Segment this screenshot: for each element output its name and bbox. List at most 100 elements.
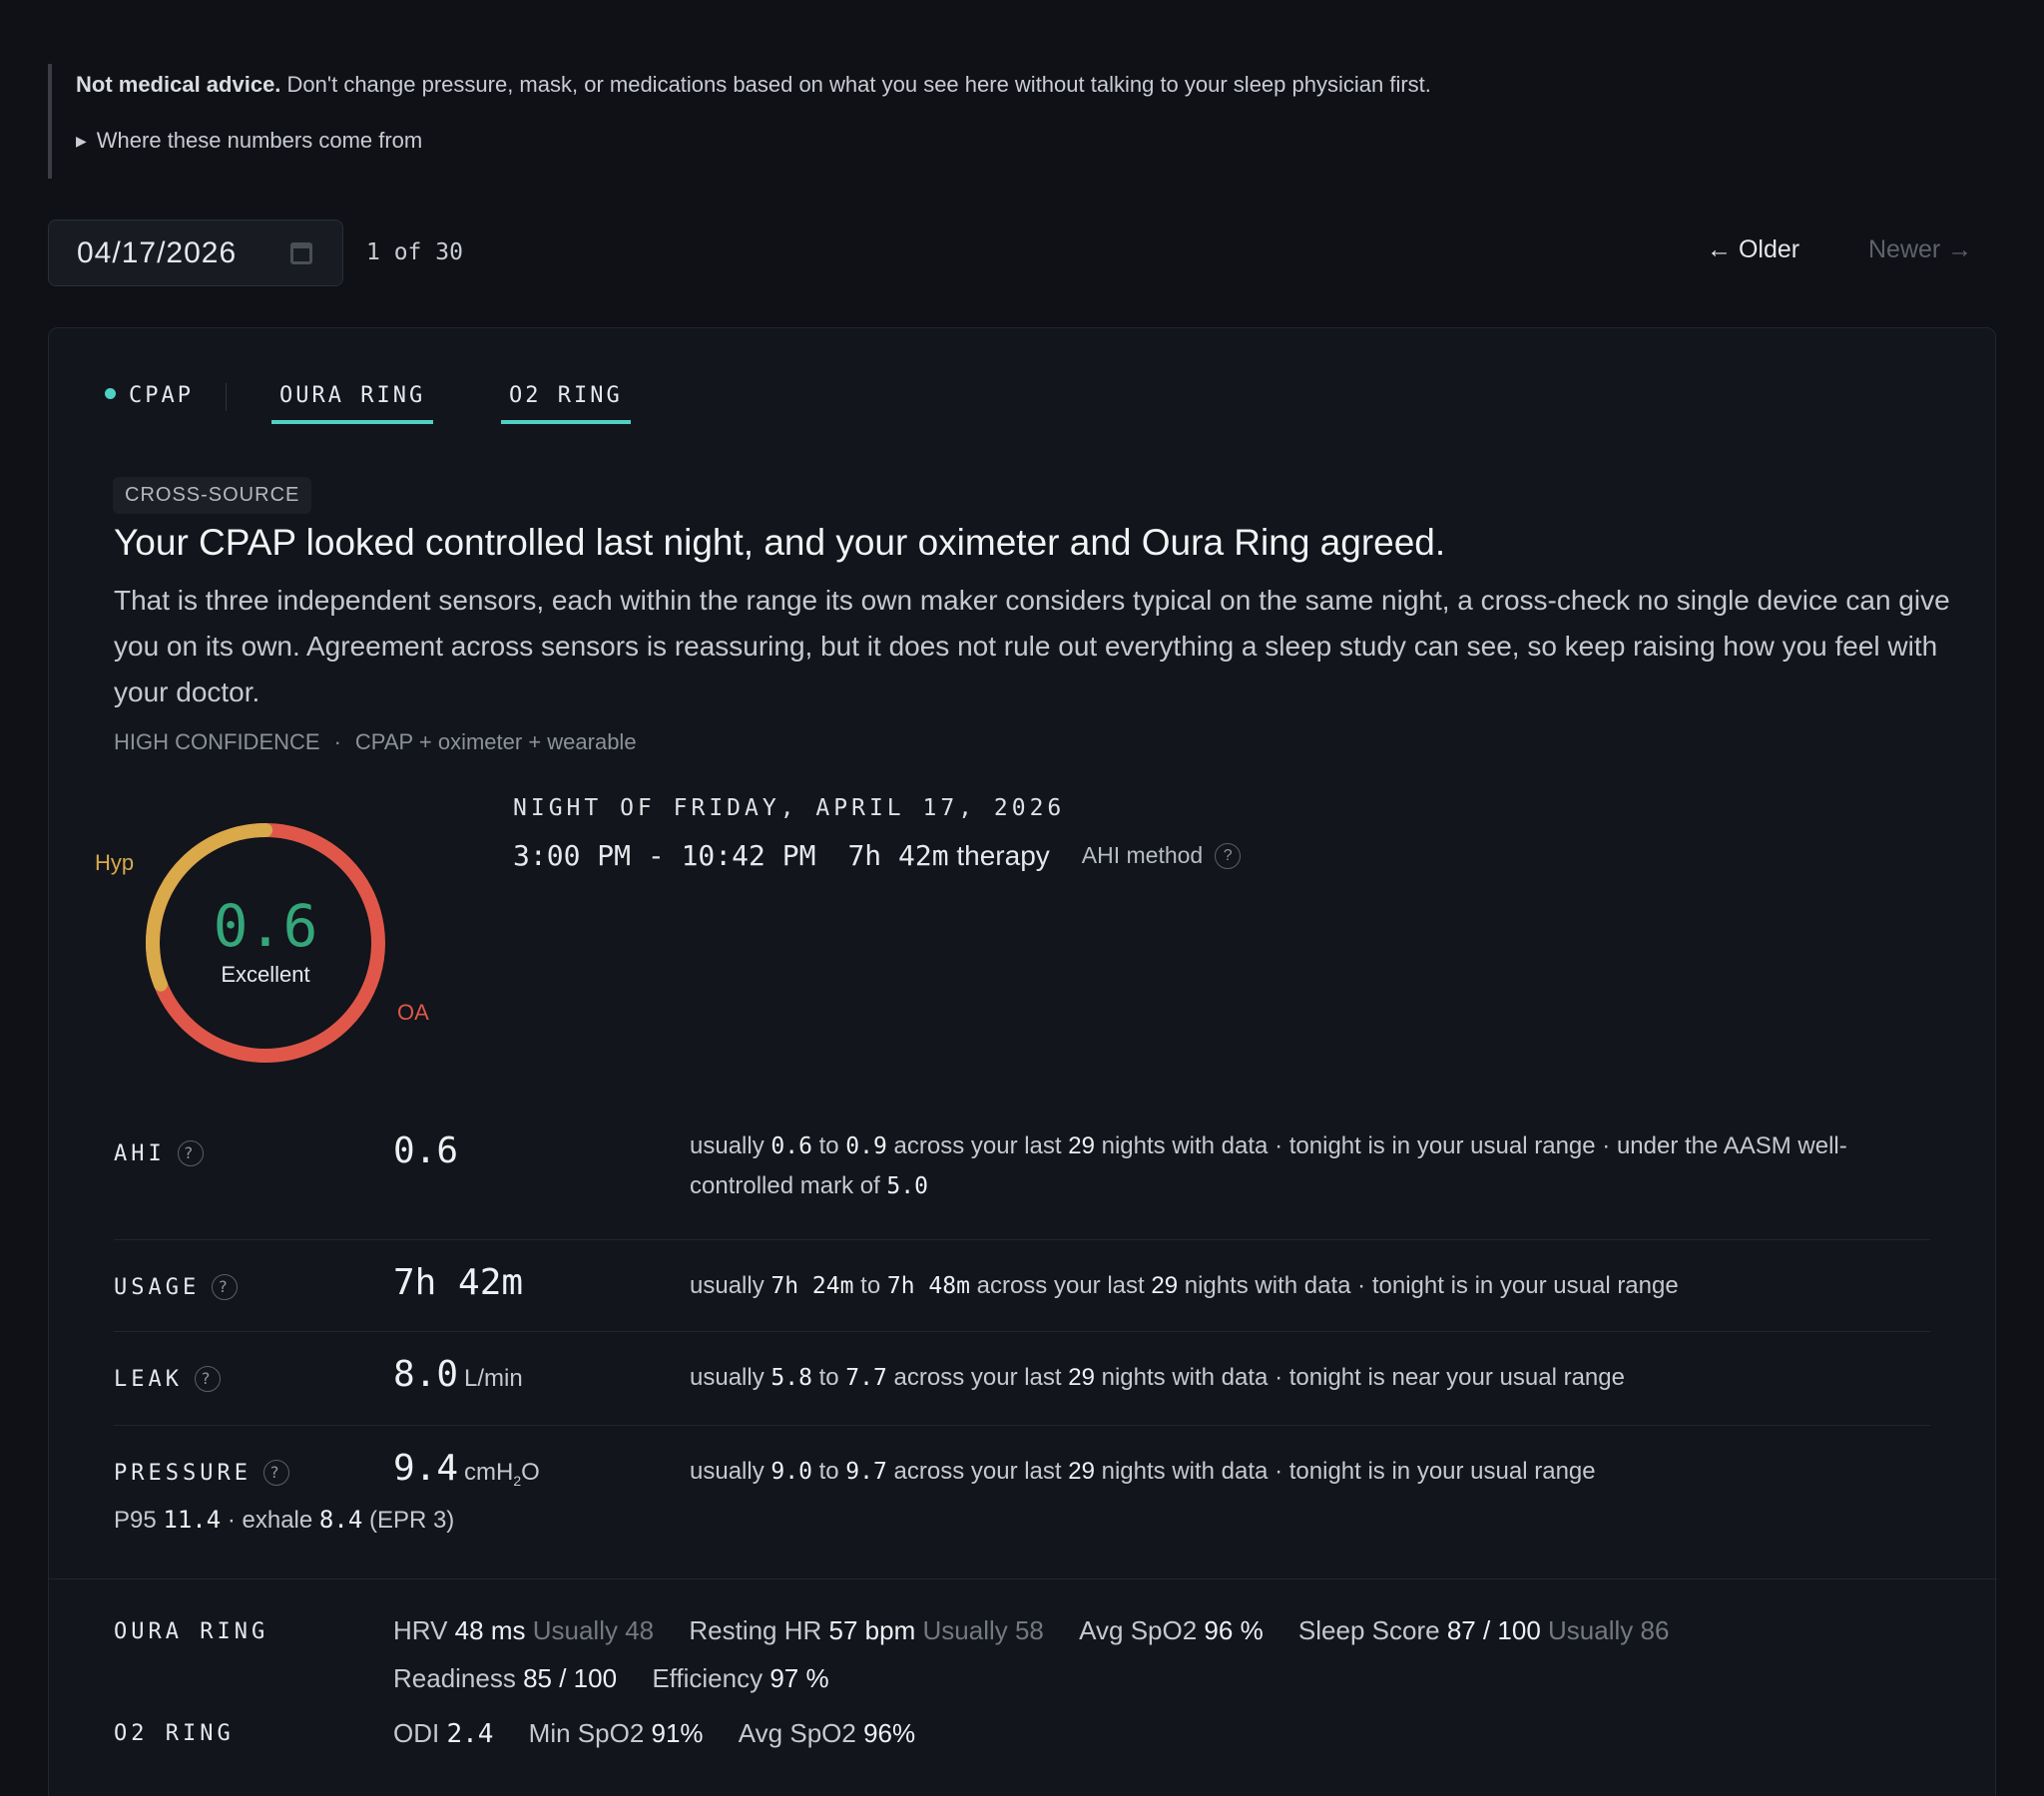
older-button[interactable]: ← Older [1707,235,1799,264]
nights-text: nights with data [1101,1458,1269,1485]
hrv-usually: Usually 48 [532,1615,655,1645]
separator-dot: · [227,1507,236,1534]
metric-row-ahi: AHI? 0.6 usually 0.6 to 0.9 across your … [114,1107,1930,1240]
o2-avg-spo2: Avg SpO2 96% [739,1709,915,1757]
confidence-sources: CPAP + oximeter + wearable [354,729,637,754]
leak-unit: L/min [464,1365,523,1392]
metric-label: PRESSURE? [114,1460,289,1486]
calendar-icon[interactable] [290,242,312,264]
details-label: Where these numbers come from [96,128,423,153]
nights-text: nights with data [1184,1272,1351,1299]
ahi-donut: 0.6 Excellent [145,822,386,1064]
usually-word: usually [690,1458,765,1485]
newer-button[interactable]: Newer → [1868,235,1972,264]
date-input[interactable]: 04/17/2026 [48,220,343,286]
pressure-help-icon[interactable]: ? [262,1460,289,1486]
active-dot-icon [105,388,116,399]
pressure-description: usually 9.0 to 9.7 across your last 29 n… [690,1452,1927,1492]
o2-odi: ODI 2.4 [393,1709,493,1758]
section-divider [49,1578,1997,1579]
exhale-label: exhale [242,1507,313,1534]
efficiency-value: 97 % [769,1663,829,1693]
tab-cpap[interactable]: CPAP [105,383,194,420]
nights-text: nights with data [1101,1132,1269,1159]
night-counter: 1 of 30 [366,239,463,265]
usually-word: usually [690,1132,765,1159]
therapy-word: therapy [956,840,1050,871]
hrv-label: HRV [393,1615,448,1645]
p95-label: P95 [114,1507,157,1534]
separator-dot: · [1275,1458,1283,1485]
separator-dot: · [1275,1364,1283,1391]
leak-help-icon[interactable]: ? [194,1366,221,1392]
hrv-value: 48 ms [454,1615,526,1645]
disclaimer-bold: Not medical advice. [76,72,281,97]
night-title: NIGHT OF FRIDAY, APRIL 17, 2026 [513,795,1066,821]
metric-label: AHI? [114,1140,204,1166]
pressure-value: 9.4 cmH2O [393,1448,540,1489]
separator-dot: · [1275,1132,1283,1159]
odi-label: ODI [393,1718,440,1748]
pressure-number: 9.4 [393,1448,459,1489]
ahi-help-icon[interactable]: ? [177,1140,204,1166]
pressure-unit: cmH2O [464,1459,540,1489]
across-text: across your last [893,1458,1062,1485]
time-row: 3:00 PM - 10:42 PM 7h 42m therapy AHI me… [513,839,1242,872]
min-spo2-value: 91% [651,1718,704,1748]
spo2-value: 96 % [1204,1615,1264,1645]
pressure-unit-b: O [521,1459,540,1486]
usage-description: usually 7h 24m to 7h 48m across your las… [690,1266,1927,1306]
across-text: across your last [893,1364,1062,1391]
usage-usual-low: 7h 24m [770,1273,854,1299]
confidence-level: HIGH CONFIDENCE [114,729,320,754]
disclaimer-callout: Not medical advice. Don't change pressur… [48,64,1645,179]
date-value: 04/17/2026 [77,235,238,269]
disclosure-triangle-icon: ▶ [76,133,87,149]
metrics-list: AHI? 0.6 usually 0.6 to 0.9 across your … [114,1107,1930,1566]
ahi-label: AHI [114,1141,166,1166]
odi-value: 2.4 [446,1719,494,1749]
disclaimer-body: Don't change pressure, mask, or medicati… [280,72,1431,97]
tab-cpap-label: CPAP [129,383,194,408]
oura-efficiency: Efficiency 97 % [652,1654,828,1702]
tab-divider [226,383,227,411]
usage-usual-high: 7h 48m [886,1273,970,1299]
to-word: to [860,1272,881,1299]
usage-help-icon[interactable]: ? [212,1274,239,1300]
metric-row-usage: USAGE? 7h 42m usually 7h 24m to 7h 48m a… [114,1240,1930,1332]
pressure-unit-a: cmH [464,1459,514,1486]
sleep-usually: Usually 86 [1548,1615,1670,1645]
ahi-method-help-icon[interactable]: ? [1215,842,1242,869]
pressure-status: tonight is in your usual range [1288,1458,1596,1485]
ahi-nights: 29 [1068,1132,1095,1159]
p95-value: 11.4 [163,1506,222,1534]
ahi-usual-high: 0.9 [845,1133,887,1159]
across-text: across your last [976,1272,1145,1299]
sleep-value: 87 / 100 [1446,1615,1541,1645]
o2-values: ODI 2.4 Min SpO2 91% Avg SpO2 96% [393,1709,1790,1758]
sleep-label: Sleep Score [1297,1615,1440,1645]
leak-usual-low: 5.8 [770,1365,812,1391]
metric-row-pressure: PRESSURE? 9.4 cmH2O usually 9.0 to 9.7 ac… [114,1426,1930,1566]
ahi-status: tonight is in your usual range [1288,1132,1596,1159]
oura-values: HRV 48 ms Usually 48 Resting HR 57 bpm U… [393,1606,1790,1702]
efficiency-label: Efficiency [652,1663,764,1693]
tab-oura-ring[interactable]: OURA RING [271,383,434,424]
time-range: 3:00 PM - 10:42 PM [513,839,816,872]
exhale-value: 8.4 [318,1506,363,1534]
leak-label: LEAK [114,1367,183,1392]
leak-value: 8.0 L/min [393,1354,523,1395]
metric-label: LEAK? [114,1366,221,1392]
pressure-nights: 29 [1068,1458,1095,1485]
to-word: to [818,1364,839,1391]
tab-o2-ring[interactable]: O2 RING [501,383,631,424]
usage-label: USAGE [114,1275,201,1300]
pressure-usual-high: 9.7 [845,1459,887,1485]
insight-badge: CROSS-SOURCE [113,477,312,514]
o2-min-spo2: Min SpO2 91% [529,1709,704,1757]
avg-spo2-value: 96% [863,1718,916,1748]
nights-text: nights with data [1101,1364,1269,1391]
ahi-description: usually 0.6 to 0.9 across your last 29 n… [690,1126,1927,1206]
epr-setting: (EPR 3) [368,1507,455,1534]
details-toggle[interactable]: ▶ Where these numbers come from [76,128,422,154]
